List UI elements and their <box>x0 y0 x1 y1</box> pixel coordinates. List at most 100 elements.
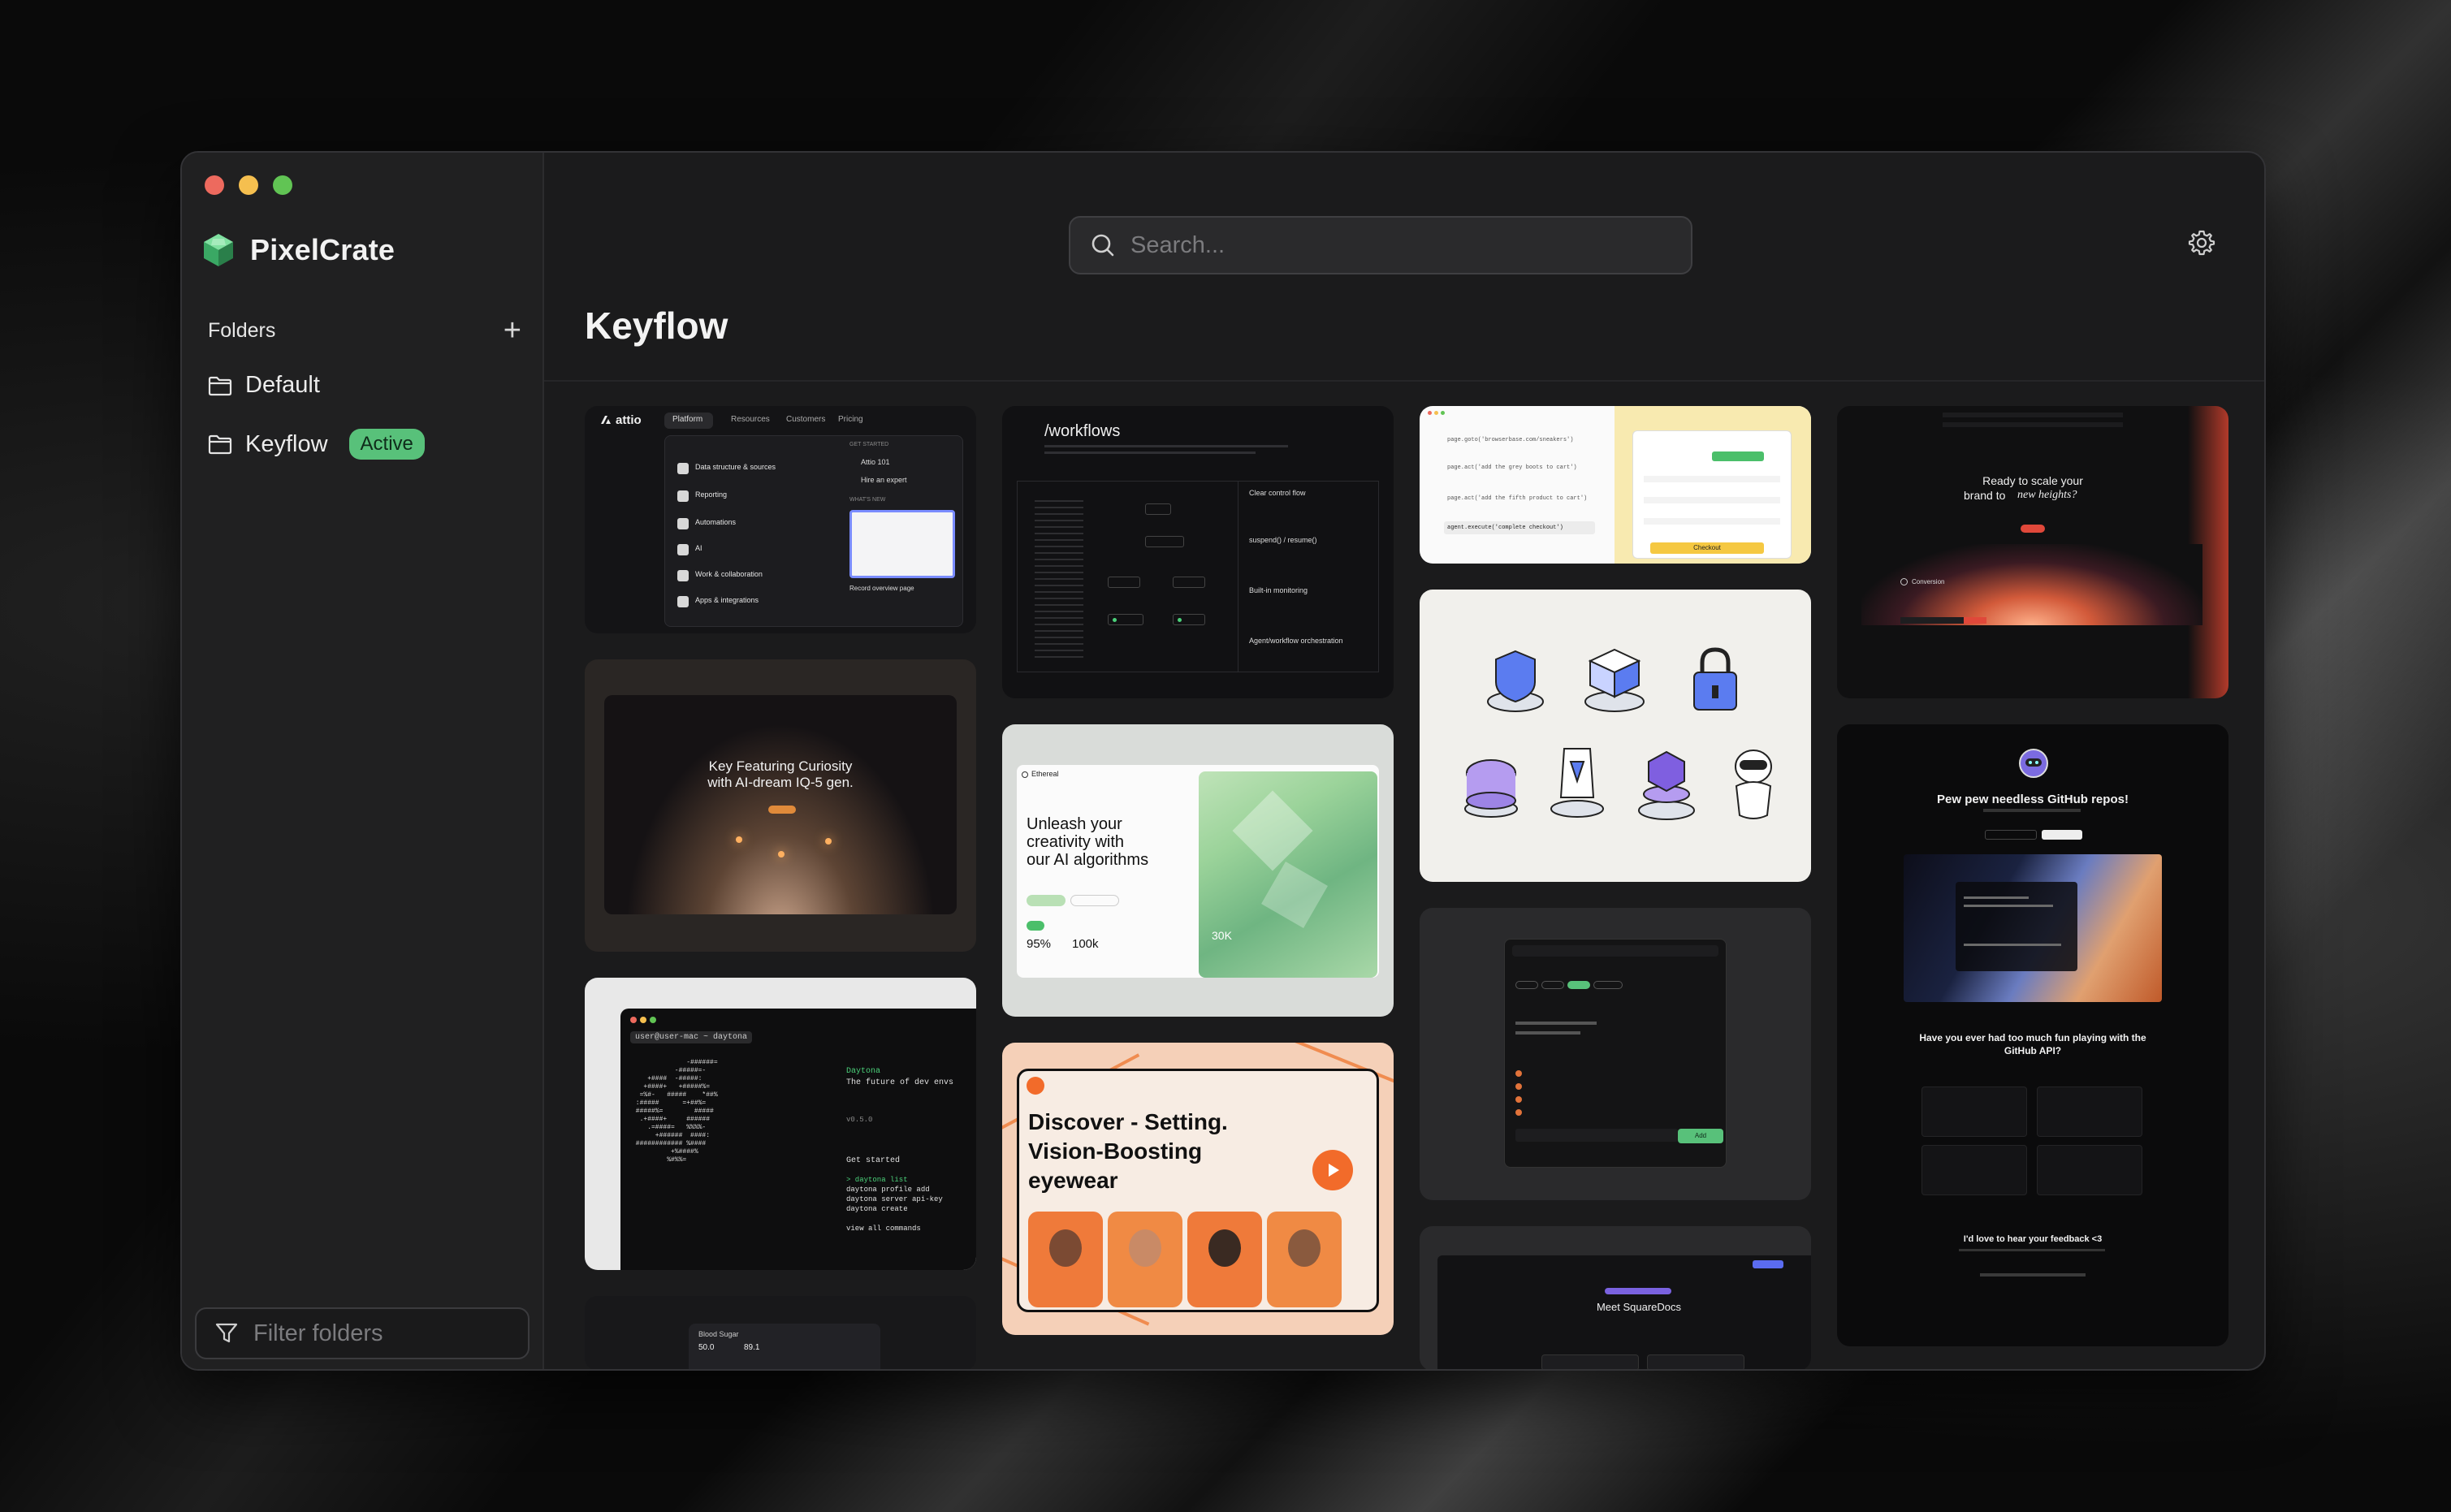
conversion-title-emphasis: new heights? <box>2017 489 2077 501</box>
cube-3d-icon <box>1584 648 1645 712</box>
screenshot-card-attio[interactable]: attio Platform Resources Customers Prici… <box>585 406 976 633</box>
ethereal-brand: Ethereal <box>1031 770 1059 778</box>
daytona-brand: Daytona <box>846 1067 881 1076</box>
workflows-feature: Clear control flow <box>1249 489 1306 497</box>
folder-icon <box>208 434 232 455</box>
screenshot-card-daytona[interactable]: user@user-mac ~ daytona -######= -#####=… <box>585 978 976 1270</box>
ai-chip-3d-icon <box>1638 750 1695 820</box>
search-field[interactable] <box>1069 216 1692 274</box>
screenshot-card-workflows[interactable]: /workflows Clear control flow suspend() … <box>1002 406 1394 698</box>
document-3d-icon <box>1550 748 1604 818</box>
screenshot-card-3d-icons[interactable] <box>1420 590 1811 882</box>
daytona-tagline: The future of dev envs <box>846 1078 954 1087</box>
github-footer: I'd love to hear your feedback <3 <box>1963 1234 2103 1244</box>
daytona-command: > daytona list <box>846 1176 908 1184</box>
attio-nav-item: Platform <box>672 415 703 424</box>
search-icon <box>1091 234 1114 257</box>
daytona-command: daytona server api-key <box>846 1195 943 1203</box>
curiosity-hero <box>604 695 957 914</box>
ethereal-stat: 30K <box>1212 929 1232 942</box>
blood-sugar-value: 50.0 <box>698 1343 715 1352</box>
folder-label: Default <box>245 372 320 398</box>
conversion-title: Ready to scale your <box>1982 474 2083 487</box>
screenshot-card-conversion[interactable]: Ready to scale your brand to new heights… <box>1837 406 2228 698</box>
screenshot-card-curiosity[interactable]: Key Featuring Curiosity with AI-dream IQ… <box>585 659 976 952</box>
attio-nav-item: Customers <box>786 415 826 424</box>
minimize-window-button[interactable] <box>239 175 258 195</box>
header-divider <box>544 380 2264 382</box>
sidebar: PixelCrate Folders + Default Keyflow Act… <box>182 153 544 1369</box>
screenshot-card-ethereal[interactable]: Ethereal Unleash your creativity with ou… <box>1002 724 1394 1017</box>
daytona-version: v0.5.0 <box>846 1116 873 1124</box>
folder-label: Keyflow <box>245 430 328 457</box>
filter-folders-input[interactable] <box>253 1320 513 1347</box>
folders-header: Folders + <box>208 315 521 346</box>
app-logo-icon <box>204 234 233 266</box>
eyewear-headline: eyewear <box>1028 1168 1118 1193</box>
eyewear-headline: Discover - Setting. <box>1028 1109 1228 1134</box>
screenshot-card-blood-sugar[interactable]: Blood Sugar 50.0 89.1 <box>585 1296 976 1369</box>
play-icon <box>1329 1164 1339 1177</box>
attio-nav-item: Pricing <box>838 415 863 424</box>
ethereal-stat: 100k <box>1072 937 1099 951</box>
github-title: Pew pew needless GitHub repos! <box>1937 793 2129 806</box>
workflows-title: /workflows <box>1044 422 1121 440</box>
robot-3d-icon <box>1735 750 1772 819</box>
close-window-button[interactable] <box>205 175 224 195</box>
screenshot-card-eyewear[interactable]: Discover - Setting. Vision-Boosting eyew… <box>1002 1043 1394 1335</box>
shield-3d-icon <box>1487 650 1544 712</box>
app-name: PixelCrate <box>250 233 396 266</box>
checkout-button: Checkout <box>1693 544 1721 551</box>
checkout-code-line: page.act('add the grey boots to cart') <box>1447 464 1577 471</box>
daytona-prompt: user@user-mac ~ daytona <box>630 1031 753 1043</box>
settings-gear-icon[interactable] <box>2188 229 2215 257</box>
checkout-code-line: page.goto('browserbase.com/sneakers') <box>1447 437 1574 443</box>
workflows-feature: Agent/workflow orchestration <box>1249 637 1343 645</box>
add-folder-button[interactable]: + <box>504 315 521 346</box>
filter-icon <box>215 1323 238 1343</box>
attio-side-heading: GET STARTED <box>849 442 889 447</box>
attio-menu-item: Automations <box>695 518 737 526</box>
lock-3d-icon <box>1693 647 1737 711</box>
eyewear-headline: Vision-Boosting <box>1028 1138 1203 1164</box>
checkout-code-line: page.act('add the fifth product to cart'… <box>1447 495 1588 502</box>
screenshot-card-squaredocs[interactable]: Meet SquareDocs <box>1420 1226 1811 1369</box>
curiosity-title: with AI-dream IQ-5 gen. <box>707 775 854 790</box>
daytona-command: view all commands <box>846 1225 921 1233</box>
folders-title: Folders <box>208 318 276 342</box>
conversion-title: brand to <box>1964 489 2006 502</box>
attio-menu-item: Apps & integrations <box>695 596 759 604</box>
daytona-command: daytona create <box>846 1205 908 1213</box>
screenshot-card-checkout[interactable]: page.goto('browserbase.com/sneakers') pa… <box>1420 406 1811 564</box>
folder-icon <box>208 376 232 395</box>
stack-3d-icon <box>1464 759 1518 818</box>
attio-nav-item: Resources <box>731 415 770 424</box>
screenshot-card-task-list[interactable]: Add <box>1420 908 1811 1200</box>
ethereal-headline: Unleash your <box>1027 815 1122 833</box>
attio-side-item: Hire an expert <box>861 476 907 484</box>
attio-menu-item: Data structure & sources <box>695 463 776 471</box>
ethereal-stat: 95% <box>1027 937 1052 951</box>
folder-item-keyflow[interactable]: Keyflow Active <box>208 429 425 460</box>
attio-logo-icon <box>601 416 611 424</box>
github-subtitle: Have you ever had too much fun playing w… <box>1919 1032 2146 1056</box>
attio-menu-item: AI <box>695 544 702 552</box>
screenshot-card-github-repos[interactable]: Pew pew needless GitHub repos! Have you … <box>1837 724 2228 1346</box>
brand: PixelCrate <box>201 232 395 268</box>
window-controls <box>205 175 292 195</box>
search-input[interactable] <box>1130 231 1650 259</box>
squaredocs-title: Meet SquareDocs <box>1596 1301 1682 1313</box>
attio-side-item: Attio 101 <box>861 458 890 466</box>
checkout-code-line: agent.execute('complete checkout') <box>1447 525 1563 531</box>
attio-menu-item: Reporting <box>695 490 728 499</box>
zoom-window-button[interactable] <box>273 175 292 195</box>
ethereal-headline: creativity with <box>1027 833 1125 851</box>
filter-folders-field[interactable] <box>195 1307 530 1359</box>
robot-mascot-icon <box>2019 749 2048 778</box>
attio-logo: attio <box>616 413 642 427</box>
attio-side-item: Record overview page <box>849 585 914 592</box>
daytona-command: daytona profile add <box>846 1186 930 1194</box>
folder-item-default[interactable]: Default <box>208 372 320 399</box>
attio-menu-item: Work & collaboration <box>695 570 763 578</box>
app-window: PixelCrate Folders + Default Keyflow Act… <box>180 151 2266 1371</box>
